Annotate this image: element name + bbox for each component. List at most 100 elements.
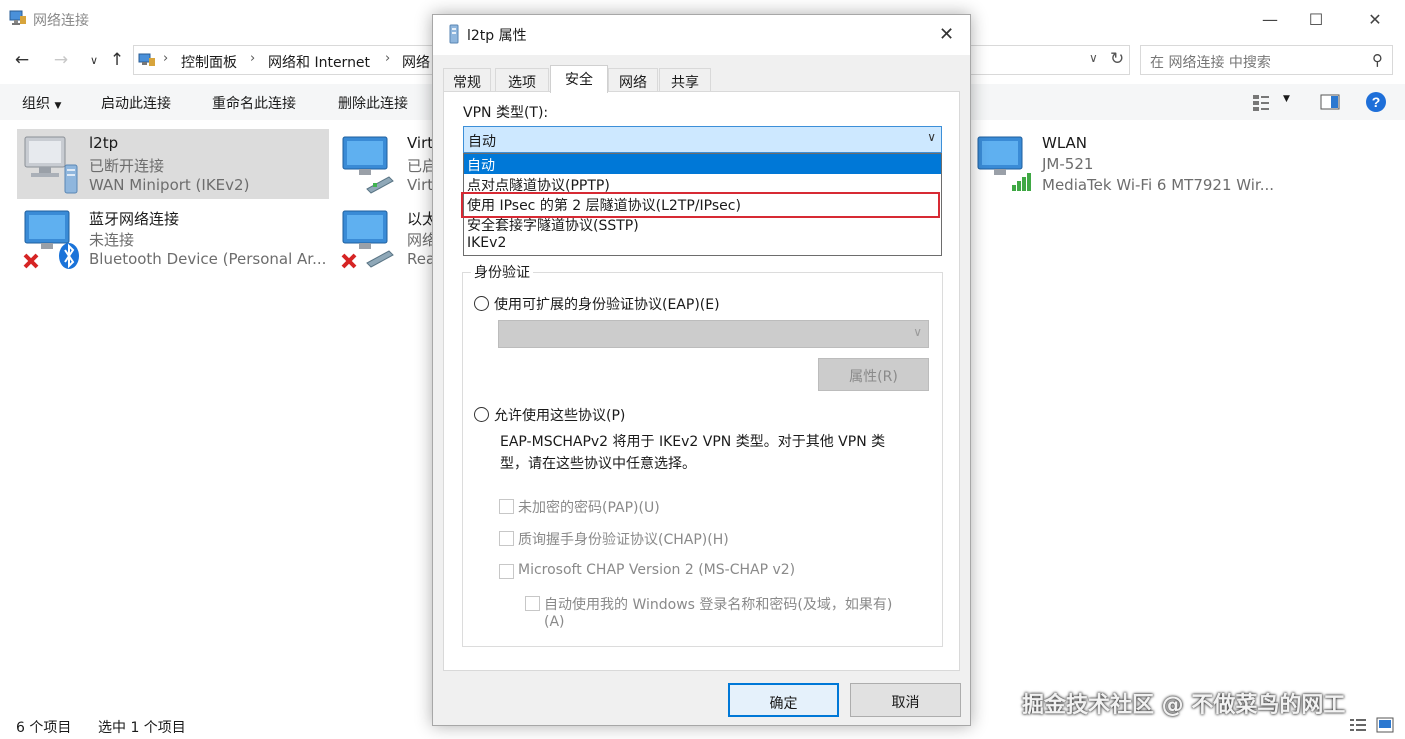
allow-protocols-radio[interactable]	[474, 407, 489, 422]
back-button[interactable]: ←	[10, 48, 34, 72]
vpn-type-label: VPN 类型(T):	[463, 105, 549, 121]
start-connection-button[interactable]: 启动此连接	[101, 93, 171, 113]
connection-device: MediaTek Wi-Fi 6 MT7921 Wir...	[1042, 176, 1275, 194]
auto-windows-credentials-checkbox[interactable]	[525, 596, 540, 611]
auto-windows-credentials-label-cont: (A)	[544, 614, 565, 630]
caret-down-icon: ▼	[54, 101, 62, 111]
delete-connection-button[interactable]: 删除此连接	[338, 93, 408, 113]
security-panel: VPN 类型(T): 自动 ∨ 自动 点对点隧道协议(PPTP) 使用 IPse…	[443, 91, 960, 671]
rename-connection-button[interactable]: 重命名此连接	[212, 93, 296, 113]
dialog-title: l2tp 属性	[467, 28, 527, 44]
eap-method-select[interactable]: ∨	[498, 320, 929, 348]
breadcrumb-network[interactable]: 网络	[402, 52, 430, 72]
connection-name: 蓝牙网络连接	[89, 210, 180, 228]
vpn-type-select[interactable]: 自动 ∨	[463, 126, 942, 153]
description-line: 型，请在这些协议中任意选择。	[500, 456, 696, 472]
minimize-button[interactable]: —	[1247, 0, 1293, 38]
pap-label: 未加密的密码(PAP)(U)	[518, 500, 660, 516]
forward-button[interactable]: →	[49, 48, 73, 72]
tab-general[interactable]: 常规	[443, 68, 491, 92]
wifi-computer-icon	[977, 136, 1031, 191]
breadcrumb-separator: ›	[250, 51, 256, 66]
properties-dialog: l2tp 属性 ✕ 常规 选项 安全 网络 共享 VPN 类型(T): 自动 ∨…	[432, 14, 971, 726]
chevron-down-icon: ∨	[913, 325, 922, 339]
connection-name: Virt	[407, 134, 434, 152]
svg-text:?: ?	[1372, 94, 1381, 110]
connection-item-ethernet[interactable]: 以太 网络 Rea	[335, 203, 437, 273]
refresh-icon[interactable]: ↻	[1110, 49, 1124, 69]
breadcrumb-separator: ›	[385, 51, 391, 66]
breadcrumb-network-internet[interactable]: 网络和 Internet	[268, 52, 370, 72]
preview-pane-icon[interactable]	[1319, 91, 1341, 113]
connection-status: JM-521	[1042, 155, 1094, 173]
eap-radio[interactable]	[474, 296, 489, 311]
vpn-computer-icon	[24, 136, 78, 194]
eap-radio-label: 使用可扩展的身份验证协议(EAP)(E)	[494, 297, 720, 313]
connection-item-wlan[interactable]: WLAN JM-521 MediaTek Wi-Fi 6 MT7921 Wir.…	[970, 129, 1290, 199]
authentication-group: 身份验证 使用可扩展的身份验证协议(EAP)(E) ∨ 属性(R) 允许使用这些…	[462, 262, 943, 647]
connection-name: l2tp	[89, 134, 119, 152]
eap-properties-button[interactable]: 属性(R)	[818, 358, 929, 391]
vpn-icon	[449, 24, 459, 44]
view-options-caret-icon[interactable]: ▼	[1283, 94, 1290, 104]
control-panel-icon	[138, 53, 155, 66]
up-button[interactable]: ↑	[105, 48, 129, 72]
large-icons-view-icon[interactable]	[1376, 717, 1394, 733]
protocols-description: EAP-MSCHAPv2 将用于 IKEv2 VPN 类型。对于其他 VPN 类…	[500, 431, 920, 475]
tab-options[interactable]: 选项	[495, 68, 549, 92]
address-dropdown-icon[interactable]: ∨	[1089, 51, 1098, 65]
ethernet-computer-icon	[341, 210, 394, 269]
dialog-close-button[interactable]: ✕	[939, 24, 954, 45]
connection-status: 已断开连接	[89, 157, 165, 175]
change-view-icon[interactable]	[1251, 91, 1273, 113]
item-count: 6 个项目	[16, 720, 72, 736]
help-icon[interactable]: ?	[1365, 91, 1387, 113]
breadcrumb-control-panel[interactable]: 控制面板	[181, 52, 237, 72]
vpn-option-pptp[interactable]: 点对点隧道协议(PPTP)	[464, 174, 941, 194]
connection-device: WAN Miniport (IKEv2)	[89, 176, 250, 194]
mschapv2-checkbox[interactable]	[499, 564, 514, 579]
vpn-type-value: 自动	[468, 134, 496, 150]
tab-sharing[interactable]: 共享	[659, 68, 711, 92]
recent-locations-button[interactable]: ∨	[82, 48, 106, 72]
search-placeholder: 在 网络连接 中搜索	[1150, 55, 1271, 71]
selected-count: 选中 1 个项目	[98, 720, 186, 736]
connection-item-virt[interactable]: Virt 已启 Virt	[335, 129, 437, 199]
connection-item-l2tp[interactable]: l2tp 已断开连接 WAN Miniport (IKEv2)	[17, 129, 329, 199]
details-view-icon[interactable]	[1349, 717, 1367, 733]
vpn-option-auto[interactable]: 自动	[464, 154, 941, 174]
pap-checkbox[interactable]	[499, 499, 514, 514]
ok-button[interactable]: 确定	[728, 683, 839, 717]
connection-device: Bluetooth Device (Personal Ar...	[89, 250, 327, 268]
tab-network[interactable]: 网络	[608, 68, 658, 92]
ethernet-computer-icon	[342, 136, 394, 194]
mschapv2-label: Microsoft CHAP Version 2 (MS-CHAP v2)	[518, 562, 796, 578]
chevron-down-icon: ∨	[927, 130, 936, 144]
organize-menu[interactable]: 组织 ▼	[22, 93, 61, 113]
cancel-button[interactable]: 取消	[850, 683, 961, 717]
vpn-option-ikev2[interactable]: IKEv2	[464, 234, 941, 254]
tab-security[interactable]: 安全	[550, 65, 608, 93]
organize-label: 组织	[22, 96, 50, 112]
connection-device: Virt	[407, 176, 434, 194]
connection-name: WLAN	[1042, 134, 1088, 152]
connection-status: 未连接	[89, 231, 135, 249]
allow-protocols-label: 允许使用这些协议(P)	[494, 408, 626, 424]
window-title: 网络连接	[33, 13, 89, 29]
watermark: 掘金技术社区 @ 不做菜鸟的网工	[1022, 693, 1346, 718]
chap-checkbox[interactable]	[499, 531, 514, 546]
authentication-legend: 身份验证	[471, 262, 533, 282]
connection-item-bluetooth[interactable]: 蓝牙网络连接 未连接 Bluetooth Device (Personal Ar…	[17, 203, 329, 273]
vpn-type-dropdown-list: 自动 点对点隧道协议(PPTP) 使用 IPsec 的第 2 层隧道协议(L2T…	[461, 153, 942, 256]
highlight-annotation-box	[461, 192, 940, 218]
network-connections-icon	[9, 10, 26, 25]
bluetooth-computer-icon	[23, 210, 79, 269]
search-input[interactable]: 在 网络连接 中搜索 ⚲	[1140, 45, 1393, 75]
chap-label: 质询握手身份验证协议(CHAP)(H)	[518, 532, 729, 548]
maximize-button[interactable]: ☐	[1293, 0, 1339, 38]
breadcrumb-separator: ›	[163, 51, 169, 66]
dialog-titlebar: l2tp 属性 ✕	[433, 15, 970, 55]
description-line: EAP-MSCHAPv2 将用于 IKEv2 VPN 类型。对于其他 VPN 类	[500, 434, 886, 450]
connection-device: Rea	[407, 250, 436, 268]
close-window-button[interactable]: ✕	[1352, 0, 1398, 38]
